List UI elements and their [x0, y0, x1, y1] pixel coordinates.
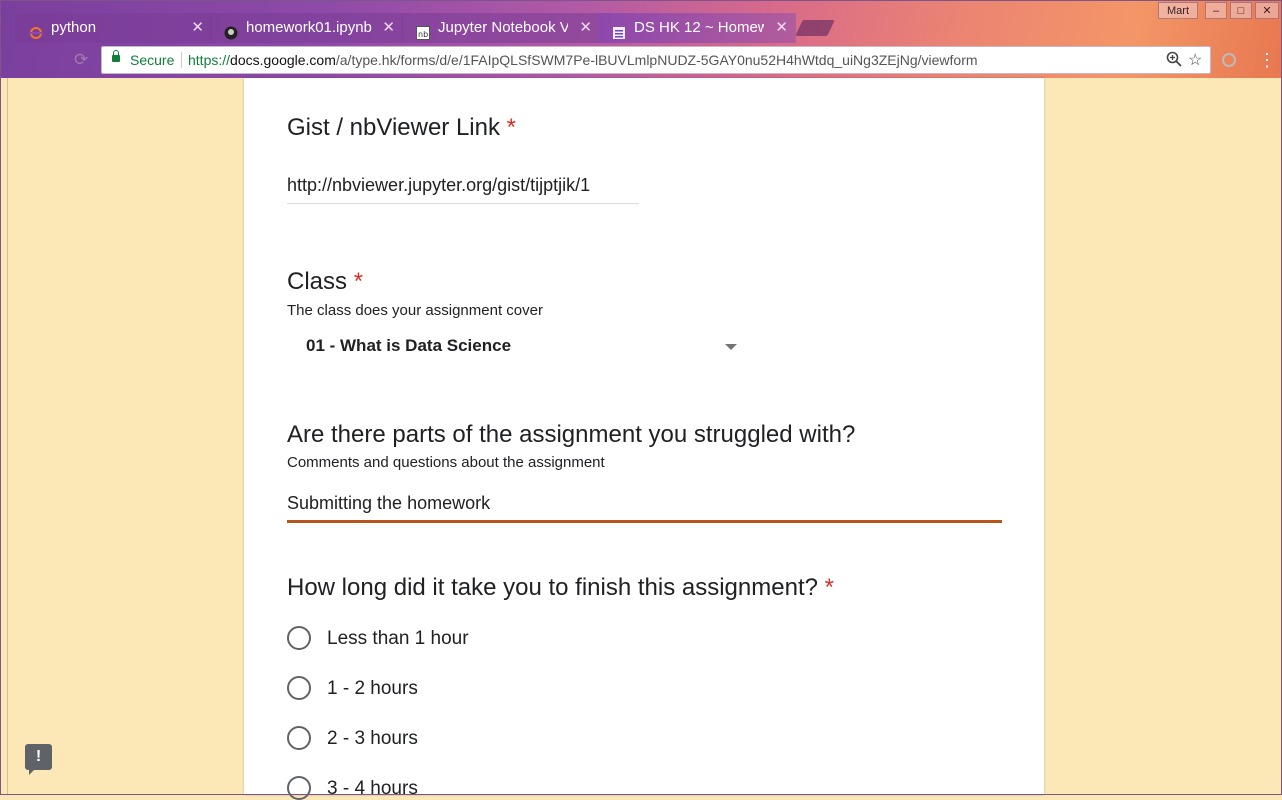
python-ring-icon	[29, 21, 43, 39]
caret-down-icon	[725, 344, 737, 350]
profile-button[interactable]: Mart	[1158, 2, 1198, 19]
bookmark-star-icon[interactable]: ☆	[1188, 50, 1202, 70]
radio-label: Less than 1 hour	[327, 628, 469, 649]
form-card: Gist / nbViewer Link * http://nbviewer.j…	[244, 78, 1044, 800]
radio-label: 2 - 3 hours	[327, 728, 418, 749]
tab-title: homework01.ipynb	[246, 19, 372, 36]
maximize-button[interactable]: □	[1230, 2, 1252, 19]
radio-label: 3 - 4 hours	[327, 778, 418, 799]
required-asterisk: *	[824, 574, 834, 601]
radio-1-2-hours[interactable]	[287, 676, 311, 700]
required-asterisk: *	[353, 268, 364, 295]
radio-less-than-1-hour[interactable]	[287, 626, 311, 650]
tab-form-active[interactable]: DS HK 12 ~ Homew ✕	[598, 13, 796, 43]
url-scheme: https://	[188, 52, 231, 68]
question-title-struggle: Are there parts of the assignment you st…	[287, 421, 856, 448]
zoom-icon[interactable]	[1166, 51, 1182, 72]
browser-titlebar: python ✕ homework01.ipynb ✕ nb Jupyter N…	[0, 0, 1282, 78]
tab-title: Jupyter Notebook V	[438, 19, 568, 36]
url-text[interactable]: https://docs.google.com/a/type.hk/forms/…	[188, 52, 978, 68]
question-description: The class does your assignment cover	[287, 302, 543, 319]
menu-icon[interactable]: ⋮	[1258, 50, 1276, 71]
close-icon[interactable]: ✕	[191, 13, 204, 43]
question-title-text: How long did it take you to finish this …	[287, 574, 818, 601]
question-title-duration: How long did it take you to finish this …	[287, 574, 834, 602]
extension-icon[interactable]	[1222, 53, 1236, 67]
required-asterisk: *	[506, 114, 517, 141]
close-icon[interactable]: ✕	[382, 13, 395, 43]
url-host: docs.google.com	[230, 52, 336, 68]
struggle-input[interactable]: Submitting the homework	[287, 493, 1002, 523]
url-path: /a/type.hk/forms/d/e/1FAIpQLSfSWM7Pe-lBU…	[335, 52, 978, 68]
nbviewer-icon: nb	[416, 21, 430, 40]
lock-icon	[112, 50, 120, 62]
question-title-class: Class *	[287, 268, 363, 296]
address-bar[interactable]: Secure https://docs.google.com/a/type.hk…	[101, 46, 1211, 74]
new-tab-button[interactable]	[795, 20, 835, 36]
tab-python[interactable]: python ✕	[15, 13, 212, 43]
class-dropdown[interactable]: 01 - What is Data Science	[287, 334, 747, 368]
close-icon[interactable]: ✕	[579, 13, 592, 43]
question-description: Comments and questions about the assignm…	[287, 454, 605, 471]
feedback-button[interactable]: !	[25, 744, 52, 775]
question-title-link: Gist / nbViewer Link *	[287, 114, 516, 142]
divider	[181, 52, 182, 68]
link-input[interactable]: http://nbviewer.jupyter.org/gist/tijptji…	[287, 175, 639, 204]
reload-icon[interactable]: ⟳	[74, 50, 88, 70]
radio-3-4-hours[interactable]	[287, 776, 311, 800]
forms-icon	[612, 21, 626, 39]
radio-label: 1 - 2 hours	[327, 678, 418, 699]
left-edge	[0, 78, 8, 795]
question-title-text: Gist / nbViewer Link	[287, 114, 500, 141]
tab-title: DS HK 12 ~ Homew	[634, 19, 764, 36]
github-icon	[224, 21, 238, 40]
minimize-button[interactable]: –	[1205, 2, 1227, 19]
svg-text:nb: nb	[418, 30, 428, 39]
question-title-text: Class	[287, 268, 348, 295]
radio-2-3-hours[interactable]	[287, 726, 311, 750]
secure-label: Secure	[130, 52, 175, 68]
tab-title: python	[51, 19, 97, 36]
close-icon[interactable]: ✕	[775, 13, 788, 43]
tab-jupyter[interactable]: nb Jupyter Notebook V ✕	[402, 13, 600, 43]
close-window-button[interactable]: ✕	[1255, 2, 1279, 19]
tab-homework[interactable]: homework01.ipynb ✕	[210, 13, 403, 43]
dropdown-selected-value: 01 - What is Data Science	[306, 336, 512, 355]
